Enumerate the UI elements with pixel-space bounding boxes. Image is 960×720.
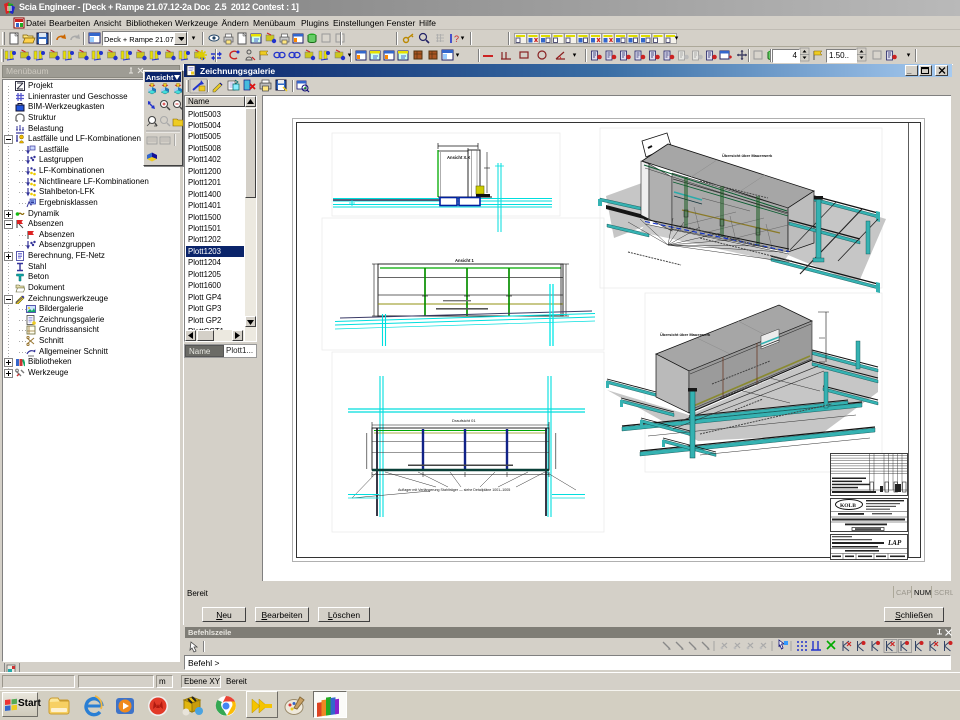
svg-text:Übersicht über Mauerwerk: Übersicht über Mauerwerk: [722, 153, 773, 158]
svg-text:LAP: LAP: [887, 539, 902, 547]
svg-text:KOLB: KOLB: [840, 503, 856, 509]
svg-text:Ansicht 1: Ansicht 1: [455, 258, 475, 263]
svg-text:Ansicht X.X: Ansicht X.X: [447, 155, 470, 160]
svg-text:Draufsicht 01: Draufsicht 01: [452, 418, 476, 423]
svg-text:Auflager mit Verlängerung Stah: Auflager mit Verlängerung Stahlträger — …: [398, 488, 510, 492]
svg-text:Übersicht über Mauerwerk: Übersicht über Mauerwerk: [660, 332, 711, 337]
